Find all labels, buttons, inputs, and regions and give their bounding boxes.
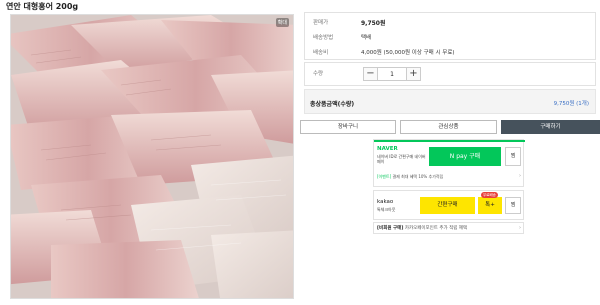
- buy-now-button[interactable]: 구매하기: [501, 120, 600, 134]
- add-to-cart-button[interactable]: 장바구니: [300, 120, 396, 134]
- kakao-talk-button[interactable]: 톡+: [478, 197, 502, 214]
- quantity-decrease-button[interactable]: −: [363, 67, 378, 81]
- naver-benefit[interactable]: [이벤트] 결제 최대 혜택 10% 추가적립: [377, 174, 443, 180]
- quantity-stepper: − 1 +: [363, 67, 421, 83]
- kakao-subtitle: 톡체크아웃: [377, 207, 396, 212]
- quantity-input[interactable]: 1: [378, 67, 406, 81]
- total-price-box: 총상품금액(수량) 9,750원 (1개): [304, 89, 596, 114]
- product-title: 연안 대형홍어 200g: [6, 2, 79, 11]
- chevron-right-icon[interactable]: ›: [519, 225, 521, 231]
- naver-benefit-text: 결제 최대 혜택 10% 추가적립: [392, 174, 444, 179]
- naver-pay-button[interactable]: N pay 구매: [429, 147, 501, 166]
- naver-logo: NAVER: [377, 146, 398, 152]
- total-value: 9,750원 (1개): [553, 101, 589, 107]
- naver-pay-box: NAVER 네이버 ID로 간편구매 네이버페이 N pay 구매 찜 [이벤트…: [373, 139, 525, 187]
- shipping-method-value: 택배: [361, 35, 372, 41]
- guest-purchase-box[interactable]: [비회원 구매] 카카오페이포인트 추가 적립 혜택 ›: [373, 222, 524, 234]
- fish-slices-photo: [11, 15, 293, 298]
- price-value: 9,750원: [361, 20, 386, 27]
- price-label: 판매가: [313, 20, 329, 26]
- shipping-fee-label: 배송비: [313, 50, 329, 56]
- kakao-buy-button[interactable]: 간편구매: [420, 197, 475, 214]
- guest-purchase-text: [비회원 구매] 카카오페이포인트 추가 적립 혜택: [377, 225, 467, 231]
- wishlist-button[interactable]: 관심상품: [400, 120, 497, 134]
- naver-accent-bar: [374, 140, 525, 142]
- product-image[interactable]: 확대: [10, 14, 294, 299]
- shipping-fee-value: 4,000원 (50,000원 이상 구매 시 무료): [361, 50, 455, 56]
- shipping-method-label: 배송방법: [313, 35, 334, 41]
- naver-benefit-tag: [이벤트]: [377, 174, 392, 179]
- kakao-badge: 무료배송: [481, 192, 498, 198]
- quantity-increase-button[interactable]: +: [406, 67, 421, 81]
- total-label: 총상품금액(수량): [310, 101, 355, 108]
- quantity-box: 수량 − 1 +: [304, 62, 596, 86]
- quantity-label: 수량: [313, 71, 324, 77]
- naver-wish-button[interactable]: 찜: [505, 147, 521, 166]
- guest-purchase-tag: [비회원 구매]: [377, 226, 404, 231]
- kakao-wish-button[interactable]: 찜: [505, 197, 521, 214]
- product-info-box: 판매가 9,750원 배송방법 택배 배송비 4,000원 (50,000원 이…: [304, 12, 596, 60]
- chevron-right-icon[interactable]: ›: [519, 173, 521, 179]
- zoom-badge[interactable]: 확대: [275, 18, 289, 27]
- guest-purchase-desc: 카카오페이포인트 추가 적립 혜택: [404, 226, 468, 231]
- kakao-pay-box: kakao 톡체크아웃 간편구매 톡+ 무료배송 찜: [373, 190, 524, 220]
- product-detail-page: 연안 대형홍어 200g 확대 판매가 9,750원 배송방법 택배 배송비 4…: [0, 0, 600, 305]
- naver-subtitle: 네이버 ID로 간편구매 네이버페이: [377, 154, 426, 164]
- kakao-logo: kakao: [377, 199, 394, 205]
